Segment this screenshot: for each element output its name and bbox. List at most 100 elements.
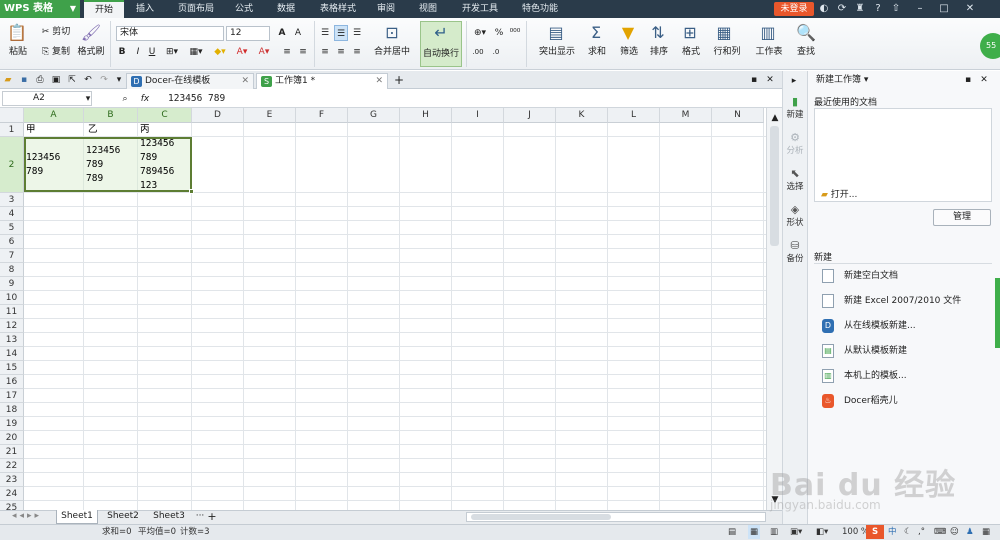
column-header-n[interactable]: N	[712, 108, 764, 123]
cell-b1[interactable]: 乙	[86, 123, 138, 137]
row-header-14[interactable]: 14	[0, 347, 24, 361]
column-header-i[interactable]: I	[452, 108, 504, 123]
new-tab-icon[interactable]: +	[392, 72, 406, 88]
column-header-m[interactable]: M	[660, 108, 712, 123]
hscroll-thumb[interactable]	[471, 514, 611, 520]
rail-select[interactable]: ⬉ 选择	[782, 168, 808, 193]
undo-icon[interactable]: ↶	[82, 72, 94, 88]
cell-c2[interactable]: 123456 789 789456 123	[138, 137, 192, 193]
name-box-dropdown-icon[interactable]: ▾	[84, 91, 92, 107]
page-break-icon[interactable]: ▥	[770, 525, 778, 539]
zoom-formula-icon[interactable]: ⌕	[118, 91, 132, 107]
customize-qat-icon[interactable]: ▾	[114, 72, 124, 88]
column-header-c[interactable]: C	[138, 108, 192, 123]
shrink-font-icon[interactable]: A	[292, 25, 304, 41]
row-header-6[interactable]: 6	[0, 235, 24, 249]
pane-close-icon[interactable]: ✕	[978, 72, 990, 88]
reading-mode-icon[interactable]: ▣▾	[790, 525, 802, 539]
cell-a1[interactable]: 甲	[24, 123, 82, 137]
merge-cells-icon[interactable]: ▦▾	[186, 44, 206, 60]
shirt-icon[interactable]: ♜	[854, 3, 866, 15]
tab-close-all-icon[interactable]: ✕	[764, 72, 776, 88]
sheet-nav-arrows-icon[interactable]: ◂◂▸▸	[2, 509, 52, 523]
sheet-tab-3[interactable]: Sheet3	[148, 510, 190, 524]
account-badge[interactable]: 55	[980, 33, 1000, 59]
ime-moon-icon[interactable]: ☾	[904, 525, 912, 539]
horizontal-scrollbar[interactable]	[466, 512, 766, 522]
rail-collapse-icon[interactable]: ▸	[786, 73, 802, 89]
align-bottom-icon[interactable]: ☰	[350, 25, 364, 41]
bold-button[interactable]: B	[116, 44, 128, 60]
cell-b2[interactable]: 123456 789 789	[84, 137, 138, 193]
row-header-24[interactable]: 24	[0, 487, 24, 501]
font-color-icon[interactable]: A▾	[232, 44, 252, 60]
manage-button[interactable]: 管理	[933, 209, 991, 226]
more-sheets-icon[interactable]: ···	[194, 510, 206, 524]
indent-icon[interactable]: ≡	[280, 44, 294, 60]
column-header-l[interactable]: L	[608, 108, 660, 123]
row-header-2[interactable]: 2	[0, 137, 24, 193]
add-sheet-icon[interactable]: +	[206, 510, 218, 524]
font-name-select[interactable]: 宋体	[116, 26, 224, 41]
column-header-f[interactable]: F	[296, 108, 348, 123]
row-header-10[interactable]: 10	[0, 291, 24, 305]
row-header-8[interactable]: 8	[0, 263, 24, 277]
tab-restore-icon[interactable]: ▪	[748, 72, 760, 88]
percent-button[interactable]: %	[492, 25, 506, 41]
clear-format-icon[interactable]: A▾	[254, 44, 274, 60]
docer-link[interactable]: ♨ Docer稻壳儿	[822, 393, 898, 409]
filter-button[interactable]: 筛选	[614, 44, 644, 60]
new-excel-file[interactable]: 新建 Excel 2007/2010 文件	[822, 293, 961, 309]
menu-developer[interactable]: 开发工具	[452, 0, 508, 18]
align-right-icon[interactable]: ≡	[350, 44, 364, 60]
column-header-b[interactable]: B	[84, 108, 138, 123]
row-header-16[interactable]: 16	[0, 375, 24, 389]
column-header-g[interactable]: G	[348, 108, 400, 123]
merge-center-button[interactable]: 合并居中	[368, 44, 416, 60]
sort-button[interactable]: 排序	[644, 44, 674, 60]
name-box[interactable]: A2	[2, 91, 92, 106]
row-header-4[interactable]: 4	[0, 207, 24, 221]
menu-features[interactable]: 特色功能	[512, 0, 568, 18]
print-icon[interactable]: ⎙	[34, 72, 46, 88]
find-button[interactable]: 查找	[790, 44, 822, 60]
format-button[interactable]: 格式	[676, 44, 706, 60]
column-header-a[interactable]: A	[24, 108, 84, 123]
column-header-j[interactable]: J	[504, 108, 556, 123]
tab-docer[interactable]: D Docer-在线模板 ✕	[126, 73, 254, 89]
copy-button[interactable]: ⎘ 复制	[38, 44, 74, 60]
save-icon[interactable]: ▪	[18, 72, 30, 88]
format-painter-button[interactable]: 格式刷	[76, 44, 106, 60]
scrollbar-thumb[interactable]	[770, 126, 779, 246]
row-header-9[interactable]: 9	[0, 277, 24, 291]
row-header-18[interactable]: 18	[0, 403, 24, 417]
login-button[interactable]: 未登录	[774, 2, 814, 16]
align-left-icon[interactable]: ≡	[318, 44, 332, 60]
scroll-up-icon[interactable]: ▲	[769, 110, 781, 126]
normal-view-icon[interactable]: ▤	[728, 525, 736, 539]
row-header-21[interactable]: 21	[0, 445, 24, 459]
align-center-icon[interactable]: ≡	[334, 44, 348, 60]
menu-review[interactable]: 审阅	[368, 0, 404, 18]
row-header-13[interactable]: 13	[0, 333, 24, 347]
help-icon[interactable]: ?	[872, 3, 884, 15]
font-size-select[interactable]: 12	[226, 26, 270, 41]
column-header-h[interactable]: H	[400, 108, 452, 123]
paste-icon[interactable]: 📋	[6, 24, 28, 42]
zoom-level[interactable]: 100 %	[842, 525, 869, 539]
borders-icon[interactable]: ⊞▾	[162, 44, 182, 60]
cell-a2[interactable]: 123456 789	[24, 137, 84, 193]
new-from-online-template[interactable]: D 从在线模板新建...	[822, 318, 916, 334]
spreadsheet-grid[interactable]: ABCDEFGHIJKLMN 1 2 3 4 5 6 7 8 9 10 11 12 13 14 15 16 17…	[0, 108, 766, 510]
recent-docs-list[interactable]: ▰ 打开...	[814, 108, 992, 202]
row-header-7[interactable]: 7	[0, 249, 24, 263]
rowcol-button[interactable]: 行和列	[708, 44, 746, 60]
row-header-3[interactable]: 3	[0, 193, 24, 207]
row-header-19[interactable]: 19	[0, 417, 24, 431]
align-middle-icon[interactable]: ☰	[334, 25, 348, 41]
row-header-15[interactable]: 15	[0, 361, 24, 375]
row-header-11[interactable]: 11	[0, 305, 24, 319]
sheet-tab-1[interactable]: Sheet1	[56, 510, 98, 524]
row-header-5[interactable]: 5	[0, 221, 24, 235]
close-tab-icon[interactable]: ✕	[241, 74, 249, 89]
